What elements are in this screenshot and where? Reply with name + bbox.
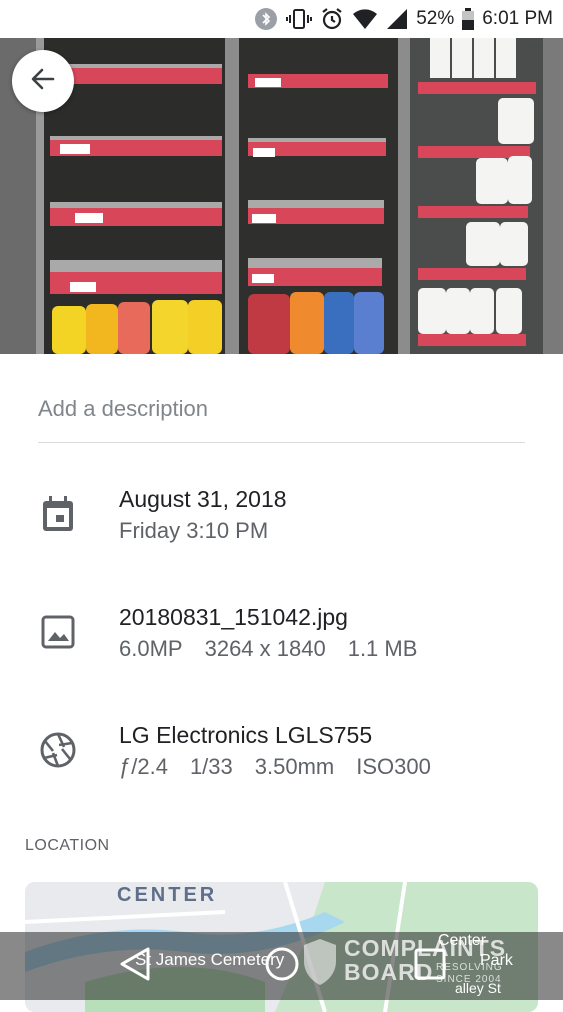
description-placeholder: Add a description [38,396,208,421]
date-row: August 31, 2018 Friday 3:10 PM [0,480,563,550]
nav-home-button[interactable] [262,946,302,986]
nav-back-button[interactable] [115,946,155,986]
watermark-line4: SINCE 2004 [436,974,502,985]
image-icon [38,612,78,652]
map-label-center: CENTER [117,884,218,906]
camera-model-text: LG Electronics LGLS755 [119,722,373,748]
clock-time: 6:01 PM [482,8,553,29]
aperture-text: ƒ/2.4 [119,754,168,779]
watermark-line1: COMPLAINTS [344,935,507,961]
back-triangle-icon [118,946,152,987]
bluetooth-icon [254,7,278,31]
watermark-logo: COMPLAINTS BOARD RESOLVING SINCE 2004 [300,935,520,995]
fridge-photo [0,38,563,354]
shield-icon [304,939,336,985]
home-circle-icon [264,946,300,987]
resolution-text: 3264 x 1840 [204,636,326,661]
description-input[interactable]: Add a description [38,388,525,443]
file-size-text: 1.1 MB [347,636,418,661]
calendar-icon [38,494,78,534]
day-time-text: Friday 3:10 PM [119,518,269,543]
filename-text: 20180831_151042.jpg [119,604,348,630]
file-row: 20180831_151042.jpg 6.0MP 3264 x 1840 1.1 … [0,598,563,668]
iso-text: ISO300 [356,754,431,779]
shutter-text: 1/33 [189,754,233,779]
status-bar: 52% 6:01 PM [0,0,563,38]
battery-icon [462,8,475,30]
aperture-icon [38,730,78,770]
date-text: August 31, 2018 [119,486,287,512]
vibrate-icon [286,7,313,31]
signal-icon [386,8,408,30]
location-label: LOCATION [25,837,110,854]
focal-length-text: 3.50mm [254,754,335,779]
watermark-line3: RESOLVING [436,962,503,973]
wifi-icon [352,8,378,30]
watermark-line2: BOARD [344,959,434,985]
back-arrow-icon [29,65,57,98]
alarm-icon [320,7,344,31]
megapixels-text: 6.0MP [119,636,183,661]
battery-percent: 52% [416,8,455,29]
camera-row: LG Electronics LGLS755 ƒ/2.4 1/33 3.50mm IS… [0,716,563,786]
photo-preview[interactable] [0,38,563,354]
back-button[interactable] [12,50,74,112]
